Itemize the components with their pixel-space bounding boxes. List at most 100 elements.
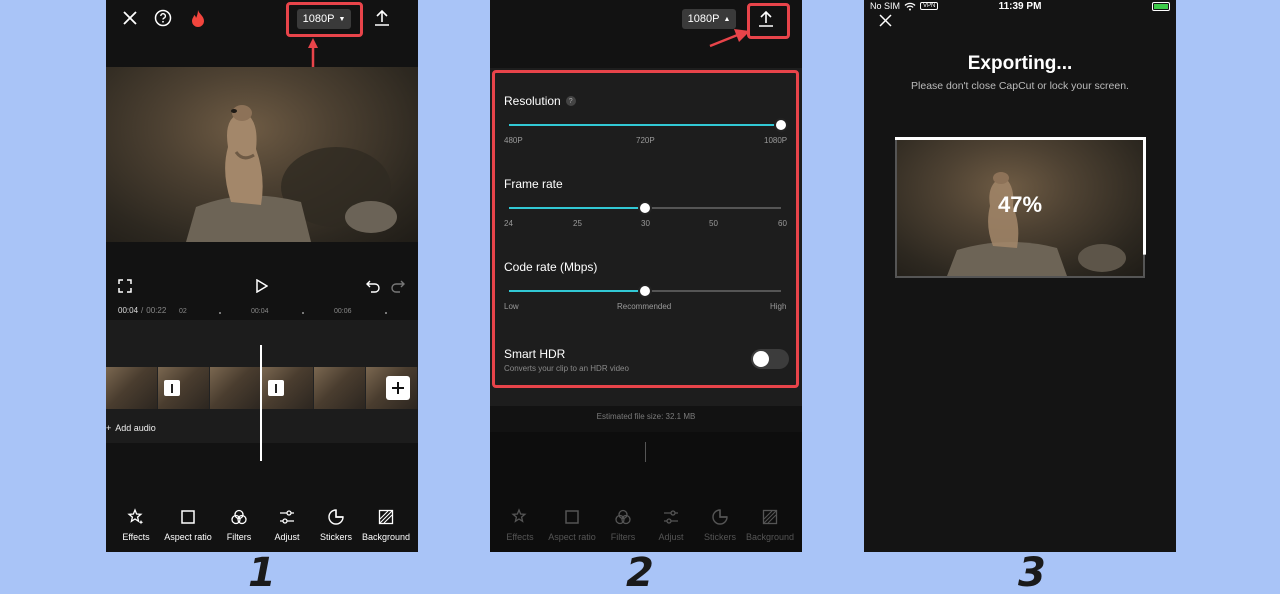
toolbar-label: Aspect ratio (548, 532, 596, 542)
ruler-dot (385, 312, 387, 314)
clip-thumbnail (210, 367, 262, 409)
exporting-screen: No SIM VPN 11:39 PM Exporting... Please … (864, 0, 1176, 552)
toolbar-label: Stickers (703, 532, 736, 542)
adjust-icon (664, 510, 678, 524)
frame-rate-tick: 25 (573, 219, 582, 228)
toolbar-adjust[interactable]: Adjust (259, 508, 315, 542)
fullscreen-icon[interactable] (118, 278, 132, 294)
info-icon[interactable]: ? (565, 96, 576, 106)
frame-rate-slider-knob[interactable] (638, 201, 652, 215)
step-number: 1 (248, 550, 276, 594)
playhead[interactable] (260, 345, 262, 461)
code-rate-fill (509, 290, 645, 292)
aspect-ratio-icon (181, 510, 195, 524)
red-arrow (308, 38, 318, 70)
export-settings-screen: 1080P ▲ Resolution ? 480P 720P 1080P Fra… (490, 0, 802, 552)
frame-rate-label: Frame rate (504, 177, 563, 191)
editor-screen: 1080P ▼ 00:04 / 00:22 02 00:04 00:06 + A… (106, 0, 418, 552)
plus-icon: + (106, 423, 112, 433)
redo-icon[interactable] (390, 278, 406, 294)
filters-icon (231, 509, 247, 525)
play-icon[interactable] (254, 278, 270, 294)
transition-button[interactable] (268, 380, 284, 396)
help-icon[interactable] (153, 8, 173, 28)
resolution-setting-label: Resolution (504, 94, 561, 108)
code-rate-tick: High (770, 302, 787, 311)
toolbar-label: Background (745, 532, 795, 542)
time-current: 00:04 (118, 306, 139, 315)
resolution-tick: 1080P (764, 136, 788, 145)
resolution-tick: 480P (504, 136, 523, 145)
filters-icon (615, 509, 631, 525)
playhead (645, 442, 646, 462)
toolbar-aspect-ratio: Aspect ratio (544, 508, 600, 542)
exporting-subtitle: Please don't close CapCut or lock your s… (911, 80, 1129, 92)
toolbar-aspect-ratio[interactable]: Aspect ratio (160, 508, 216, 542)
background-icon (378, 509, 394, 525)
toolbar-label: Aspect ratio (164, 532, 212, 542)
resolution-slider-knob[interactable] (774, 118, 788, 132)
toolbar-effects[interactable]: Effects (108, 508, 164, 542)
resolution-fill (509, 124, 781, 126)
toolbar-label: Background (361, 532, 411, 542)
toolbar-stickers: Stickers (692, 508, 748, 542)
meerkat-image (186, 105, 397, 242)
red-arrow (708, 28, 750, 48)
add-clip-button[interactable] (386, 376, 410, 400)
transition-button[interactable] (164, 380, 180, 396)
add-audio-label: Add audio (115, 423, 156, 433)
toggle-knob (753, 351, 769, 367)
ruler-dot (302, 312, 304, 314)
toolbar-label: Stickers (319, 532, 352, 542)
add-audio-button[interactable]: + Add audio (106, 423, 156, 433)
step-number: 3 (1018, 550, 1046, 594)
close-icon[interactable] (877, 12, 893, 28)
frame-rate-tick: 50 (709, 219, 718, 228)
resolution-tick: 720P (636, 136, 655, 145)
ruler-tick: 02 (179, 308, 187, 315)
stickers-icon (712, 509, 728, 525)
toolbar-effects: Effects (492, 508, 548, 542)
time-total: 00:22 (146, 306, 167, 315)
toolbar-label: Effects (506, 532, 534, 542)
toolbar-stickers[interactable]: Stickers (308, 508, 364, 542)
aspect-ratio-icon (565, 510, 579, 524)
code-rate-slider-knob[interactable] (638, 284, 652, 298)
resolution-button[interactable]: 1080P ▲ (682, 9, 736, 29)
undo-icon[interactable] (365, 278, 381, 294)
clip-thumbnail (314, 367, 366, 409)
time-readout: 00:04 / 00:22 (118, 306, 166, 315)
effects-icon (511, 508, 527, 523)
video-preview[interactable] (106, 67, 418, 242)
export-icon[interactable] (372, 8, 392, 28)
estimated-file-size: Estimated file size: 32.1 MB (596, 412, 696, 421)
code-rate-label: Code rate (Mbps) (504, 260, 598, 274)
highlight-box (747, 3, 790, 39)
smart-hdr-toggle[interactable] (751, 349, 789, 369)
frame-rate-tick: 60 (778, 219, 787, 228)
close-icon[interactable] (120, 8, 140, 28)
resolution-label: 1080P (687, 13, 720, 25)
highlight-box (492, 70, 799, 388)
toolbar-label: Filters (226, 532, 252, 542)
battery-icon (1152, 2, 1170, 11)
code-rate-tick: Low (504, 302, 519, 311)
toolbar-label: Filters (610, 532, 636, 542)
ruler-tick: 00:06 (334, 308, 352, 315)
smart-hdr-label: Smart HDR (504, 347, 566, 361)
progress-percentage: 47% (997, 192, 1043, 217)
toolbar-label: Adjust (658, 532, 684, 542)
adjust-icon (280, 510, 294, 524)
toolbar-adjust: Adjust (643, 508, 699, 542)
stickers-icon (328, 509, 344, 525)
flame-icon[interactable] (188, 8, 208, 28)
step-number: 2 (626, 550, 654, 594)
resolution-setting: Resolution ? (504, 94, 576, 108)
smart-hdr-description: Converts your clip to an HDR video (504, 364, 629, 373)
ruler-dot (219, 312, 221, 314)
toolbar-background[interactable]: Background (358, 508, 414, 542)
effects-icon (127, 508, 144, 525)
frame-rate-tick: 30 (641, 219, 650, 228)
frame-rate-tick: 24 (504, 219, 513, 228)
highlight-box (286, 2, 363, 37)
